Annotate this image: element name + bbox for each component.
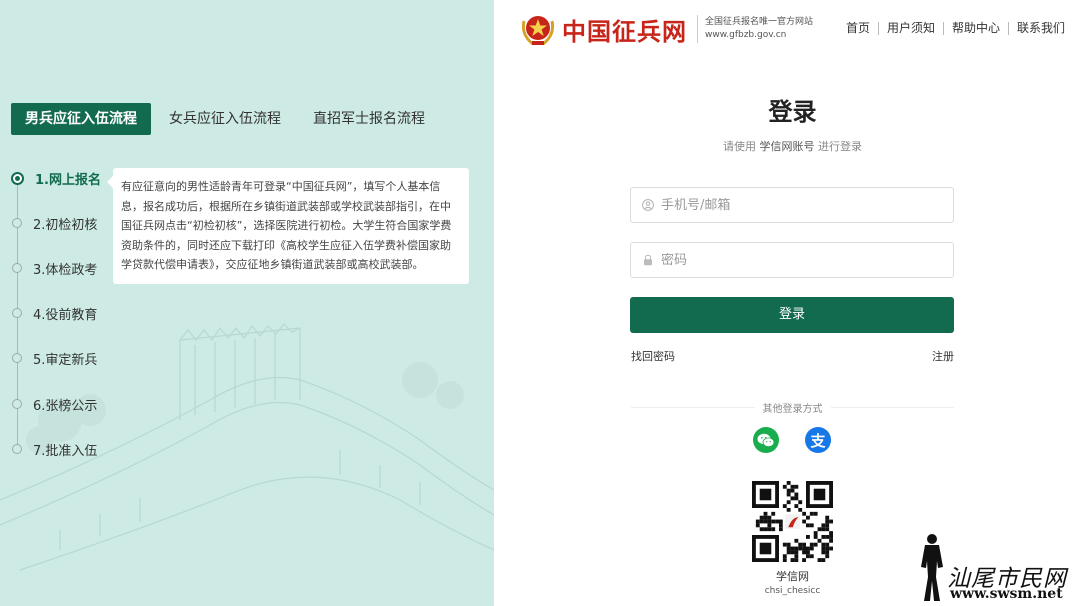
step-marker-active: [11, 171, 24, 185]
wechat-icon: [757, 433, 775, 447]
register-link[interactable]: 注册: [932, 348, 954, 364]
step-approve-recruits[interactable]: 5.审定新兵: [11, 347, 97, 369]
step-marker: [12, 399, 22, 409]
login-subtitle-suffix: 进行登录: [818, 140, 862, 153]
step-label: 5.审定新兵: [33, 352, 98, 368]
step-public-notice[interactable]: 6.张榜公示: [11, 393, 97, 415]
username-input[interactable]: [661, 197, 931, 213]
tab-male-flow[interactable]: 男兵应征入伍流程: [11, 103, 151, 135]
qr-account-id: chsi_chesicc: [764, 586, 821, 596]
nav-contact-us[interactable]: 联系我们: [1007, 22, 1065, 35]
qr-code: [752, 481, 833, 562]
star-emblem-icon: [521, 16, 555, 46]
watermark-url: www.swsm.net: [950, 586, 1063, 602]
nav-help-center[interactable]: 帮助中心: [942, 22, 1008, 35]
step-initial-check[interactable]: 2.初检初核: [11, 212, 97, 234]
login-subtitle-highlight: 学信网账号: [759, 140, 815, 153]
step-label: 4.役前教育: [33, 307, 98, 323]
site-title: 中国征兵网: [562, 16, 687, 46]
step-marker: [12, 353, 22, 363]
login-links: 找回密码 注册: [631, 348, 954, 364]
process-panel: 男兵应征入伍流程 女兵应征入伍流程 直招军士报名流程 1.网上报名 2.初检初核…: [0, 0, 494, 606]
tab-sergeant-flow[interactable]: 直招军士报名流程: [299, 103, 439, 135]
site-logo[interactable]: 中国征兵网 全国征兵报名唯一官方网站 www.gfbzb.gov.cn: [519, 11, 813, 47]
forgot-password-link[interactable]: 找回密码: [631, 348, 675, 364]
step-marker: [12, 218, 22, 228]
site-tagline: 全国征兵报名唯一官方网站: [705, 17, 814, 27]
logo-divider: [697, 15, 698, 43]
top-navigation: 首页 用户须知 帮助中心 联系我们: [838, 22, 1065, 35]
nav-user-notice[interactable]: 用户须知: [877, 22, 943, 35]
qr-name: 学信网: [776, 570, 809, 583]
site-domain: www.gfbzb.gov.cn: [705, 30, 787, 40]
other-login-divider: 其他登录方式: [631, 400, 954, 415]
password-input[interactable]: [661, 252, 931, 268]
password-field[interactable]: [630, 242, 954, 278]
alipay-icon: 支: [810, 431, 826, 450]
step-marker: [12, 308, 22, 318]
step-enlistment-approval[interactable]: 7.批准入伍: [11, 438, 97, 460]
step-marker: [12, 263, 22, 273]
site-tagline-block: 全国征兵报名唯一官方网站 www.gfbzb.gov.cn: [705, 16, 813, 42]
username-field[interactable]: [630, 187, 954, 223]
process-steps: 1.网上报名 2.初检初核 3.体检政考 4.役前教育 5.审定新兵 6.张榜公…: [11, 165, 121, 465]
nav-home[interactable]: 首页: [838, 22, 878, 35]
other-login-label: 其他登录方式: [754, 400, 831, 415]
step-label: 2.初检初核: [33, 217, 98, 233]
wechat-login-button[interactable]: [753, 427, 779, 453]
step-online-registration[interactable]: 1.网上报名: [11, 167, 101, 189]
tab-female-flow[interactable]: 女兵应征入伍流程: [155, 103, 295, 135]
step-label: 1.网上报名: [35, 172, 101, 188]
step-label: 3.体检政考: [33, 262, 98, 278]
step-physical-exam[interactable]: 3.体检政考: [11, 257, 97, 279]
step-pre-service-education[interactable]: 4.役前教育: [11, 302, 97, 324]
login-subtitle-prefix: 请使用: [723, 140, 756, 153]
login-button[interactable]: 登录: [630, 297, 954, 333]
alipay-login-button[interactable]: 支: [805, 427, 831, 453]
flow-tabs: 男兵应征入伍流程 女兵应征入伍流程 直招军士报名流程: [11, 103, 439, 135]
login-subtitle: 请使用 学信网账号 进行登录: [631, 138, 954, 154]
step-description: 有应征意向的男性适龄青年可登录“中国征兵网”，填写个人基本信息，报名成功后，根据…: [107, 168, 469, 284]
login-title: 登录: [768, 98, 817, 126]
step-label: 6.张榜公示: [33, 398, 98, 414]
lock-icon: [644, 254, 652, 266]
step-label: 7.批准入伍: [33, 443, 98, 459]
step-marker: [12, 444, 22, 454]
user-icon: [642, 199, 654, 211]
